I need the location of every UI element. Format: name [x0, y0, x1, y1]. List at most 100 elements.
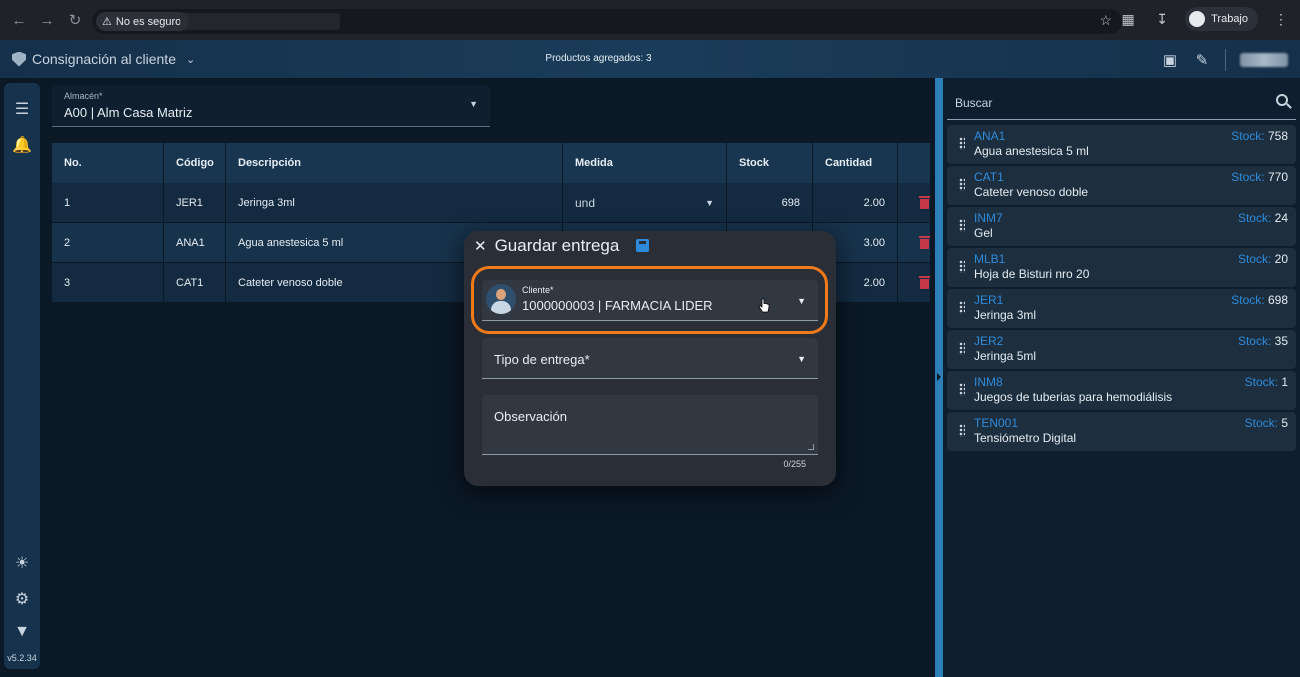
- table-header: No. Código Descripción Medida Stock Cant…: [52, 143, 930, 183]
- extensions-icon[interactable]: ▦: [1117, 8, 1139, 30]
- product-code: TEN001: [974, 416, 1019, 430]
- address-bar[interactable]: ⚠ No es seguro ☆: [92, 9, 1122, 34]
- logo-icon: ▼: [14, 623, 30, 640]
- product-list-item[interactable]: TEN001 Tensiómetro Digital Stock: 5: [947, 412, 1296, 451]
- product-desc: Jeringa 5ml: [974, 349, 1037, 363]
- product-list-item[interactable]: CAT1 Cateter venoso doble Stock: 770: [947, 166, 1296, 205]
- tipo-entrega-select[interactable]: Tipo de entrega* ▼: [482, 338, 818, 379]
- product-desc: Gel: [974, 226, 993, 240]
- trash-icon: [919, 276, 930, 289]
- product-stock: Stock: 1: [1244, 375, 1288, 389]
- drag-handle-icon[interactable]: [959, 219, 965, 232]
- col-header-cantidad[interactable]: Cantidad: [813, 143, 898, 183]
- brightness-icon[interactable]: ☀: [4, 553, 40, 573]
- security-chip[interactable]: ⚠ No es seguro: [96, 12, 190, 31]
- product-list-item[interactable]: JER1 Jeringa 3ml Stock: 698: [947, 289, 1296, 328]
- tipo-entrega-label: Tipo de entrega*: [494, 352, 590, 367]
- reload-icon[interactable]: ↻: [62, 7, 88, 33]
- cell-codigo: ANA1: [164, 223, 226, 262]
- product-search-panel: Buscar ANA1 Agua anestesica 5 ml Stock: …: [943, 78, 1300, 677]
- app-version: v5.2.34: [7, 653, 37, 663]
- product-desc: Tensiómetro Digital: [974, 431, 1077, 445]
- medida-value: und: [575, 195, 596, 210]
- product-list-item[interactable]: INM8 Juegos de tuberias para hemodiálisi…: [947, 371, 1296, 410]
- table-row[interactable]: 1 JER1 Jeringa 3ml und ▼ 698 2.00: [52, 183, 930, 223]
- profile-label: Trabajo: [1211, 13, 1248, 25]
- cantidad-input[interactable]: 2.00: [813, 183, 898, 222]
- save-icon[interactable]: ▣: [1161, 51, 1179, 69]
- almacen-select[interactable]: Almacén* A00 | Alm Casa Matriz ▼: [52, 85, 490, 127]
- product-desc: Agua anestesica 5 ml: [974, 144, 1089, 158]
- delete-row-button[interactable]: [898, 223, 930, 262]
- focus-highlight: [471, 266, 828, 334]
- user-menu[interactable]: [1240, 53, 1288, 67]
- product-stock: Stock: 24: [1237, 211, 1288, 225]
- back-icon[interactable]: ←: [6, 7, 32, 33]
- search-input[interactable]: Buscar: [947, 82, 1296, 120]
- product-code: MLB1: [974, 252, 1006, 266]
- profile-button[interactable]: Trabajo: [1185, 7, 1258, 31]
- almacen-value: A00 | Alm Casa Matriz: [64, 105, 193, 120]
- trash-icon: [919, 236, 930, 249]
- product-code: CAT1: [974, 170, 1004, 184]
- search-icon[interactable]: [1276, 94, 1288, 106]
- drag-handle-icon[interactable]: [959, 260, 965, 273]
- observacion-textarea[interactable]: Observación: [482, 395, 818, 455]
- hand-cursor-icon: [758, 298, 770, 313]
- delete-row-button[interactable]: [898, 263, 930, 302]
- product-list-item[interactable]: JER2 Jeringa 5ml Stock: 35: [947, 330, 1296, 369]
- product-desc: Juegos de tuberias para hemodiálisis: [974, 390, 1173, 404]
- char-counter: 0/255: [783, 459, 806, 469]
- close-icon[interactable]: ✕: [474, 237, 487, 255]
- drag-handle-icon[interactable]: [959, 383, 965, 396]
- drag-handle-icon[interactable]: [959, 178, 965, 191]
- delete-row-button[interactable]: [898, 183, 930, 222]
- medida-select[interactable]: und ▼: [563, 183, 727, 222]
- cell-descripcion: Jeringa 3ml: [226, 183, 563, 222]
- col-header-stock[interactable]: Stock: [727, 143, 813, 183]
- product-stock: Stock: 758: [1231, 129, 1288, 143]
- product-stock: Stock: 20: [1237, 252, 1288, 266]
- resize-handle[interactable]: [808, 444, 814, 450]
- col-header-no[interactable]: No.: [52, 143, 164, 183]
- nav-rail: ☰ 🔔 ☀ ⚙ ▼ v5.2.34: [4, 83, 40, 669]
- col-header-descripcion[interactable]: Descripción: [226, 143, 563, 183]
- drag-handle-icon[interactable]: [959, 424, 965, 437]
- almacen-label: Almacén*: [64, 91, 103, 101]
- kebab-menu-icon[interactable]: ⋮: [1270, 8, 1292, 30]
- dropdown-arrow-icon: ▼: [705, 197, 714, 208]
- observacion-label: Observación: [494, 409, 567, 424]
- cell-no: 2: [52, 223, 164, 262]
- products-added-count: Productos agregados: 3: [545, 53, 652, 64]
- bell-icon[interactable]: 🔔: [4, 135, 40, 155]
- app-bar: Consignación al cliente ⌄ Productos agre…: [0, 40, 1300, 78]
- col-header-actions: [898, 143, 930, 183]
- broom-icon[interactable]: ✎: [1193, 51, 1211, 69]
- browser-toolbar: ← → ↻ ⚠ No es seguro ☆ ▦ ↧ Trabajo ⋮: [0, 0, 1300, 40]
- search-placeholder: Buscar: [955, 96, 993, 110]
- drag-handle-icon[interactable]: [959, 342, 965, 355]
- download-icon[interactable]: ↧: [1151, 8, 1173, 30]
- gear-icon[interactable]: ⚙: [4, 589, 40, 609]
- forward-icon[interactable]: →: [34, 7, 60, 33]
- panel-splitter[interactable]: [935, 78, 943, 677]
- product-desc: Cateter venoso doble: [974, 185, 1089, 199]
- product-list-item[interactable]: INM7 Gel Stock: 24: [947, 207, 1296, 246]
- cell-stock: 698: [727, 183, 813, 222]
- col-header-codigo[interactable]: Código: [164, 143, 226, 183]
- dropdown-arrow-icon: ▼: [469, 99, 478, 109]
- product-desc: Jeringa 3ml: [974, 308, 1037, 322]
- menu-icon[interactable]: ☰: [4, 99, 40, 119]
- drag-handle-icon[interactable]: [959, 137, 965, 150]
- cell-no: 1: [52, 183, 164, 222]
- warning-icon: ⚠: [102, 16, 112, 28]
- drag-handle-icon[interactable]: [959, 301, 965, 314]
- cell-codigo: JER1: [164, 183, 226, 222]
- product-desc: Hoja de Bisturi nro 20: [974, 267, 1090, 281]
- star-icon[interactable]: ☆: [1099, 12, 1112, 29]
- product-list-item[interactable]: MLB1 Hoja de Bisturi nro 20 Stock: 20: [947, 248, 1296, 287]
- product-list-item[interactable]: ANA1 Agua anestesica 5 ml Stock: 758: [947, 125, 1296, 164]
- col-header-medida[interactable]: Medida: [563, 143, 727, 183]
- save-icon[interactable]: [636, 239, 649, 252]
- product-stock: Stock: 698: [1231, 293, 1288, 307]
